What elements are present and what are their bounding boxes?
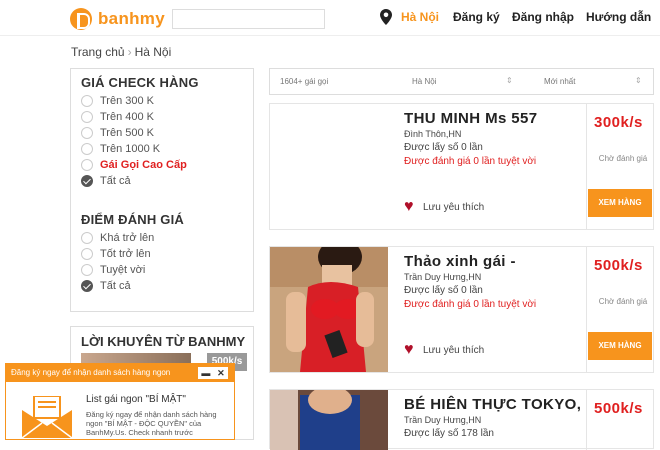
rating-option[interactable]: Khá trở lên bbox=[81, 231, 154, 245]
subscribe-popup: Đăng ký ngay để nhận danh sách hàng ngon… bbox=[5, 363, 235, 440]
price-option-all[interactable]: Tất cả bbox=[81, 174, 131, 188]
listing-location: Trần Duy Hưng,HN bbox=[404, 272, 482, 282]
breadcrumb-home[interactable]: Trang chủ bbox=[71, 45, 125, 59]
rating-option-all[interactable]: Tất cả bbox=[81, 279, 131, 293]
price-option[interactable]: Trên 400 K bbox=[81, 110, 154, 124]
popup-description: Đăng ký ngay để nhận danh sách hàng ngon… bbox=[86, 410, 217, 437]
order-sort-select[interactable]: Mới nhất bbox=[544, 69, 575, 94]
radio-icon[interactable] bbox=[81, 159, 93, 171]
listing-price: 500k/s bbox=[594, 257, 643, 274]
price-option[interactable]: Trên 500 K bbox=[81, 126, 154, 140]
login-link[interactable]: Đăng nhập bbox=[512, 10, 574, 24]
listing-views: Được lấy số 0 lần bbox=[404, 285, 483, 296]
site-logo[interactable]: banhmy bbox=[70, 8, 165, 30]
listing-location: Trần Duy Hưng,HN bbox=[404, 415, 482, 425]
listing-rating: Được đánh giá 0 lần tuyệt vời bbox=[404, 156, 537, 167]
card-divider bbox=[586, 104, 587, 229]
search-input[interactable] bbox=[172, 9, 325, 29]
radio-checked-icon[interactable] bbox=[81, 175, 93, 187]
radio-icon[interactable] bbox=[81, 127, 93, 139]
close-icon[interactable]: ✕ bbox=[217, 367, 225, 379]
popup-controls: ▬ ✕ bbox=[198, 367, 228, 379]
city-selector[interactable]: Hà Nội bbox=[401, 10, 439, 24]
envelope-icon bbox=[21, 396, 73, 438]
card-divider bbox=[586, 390, 587, 450]
listing-photo[interactable] bbox=[270, 247, 388, 372]
top-navbar: banhmy Hà Nội Đăng ký Đăng nhập Hướng dẫ… bbox=[0, 0, 660, 36]
view-button[interactable]: XEM HÀNG bbox=[588, 189, 652, 217]
listing-price: 300k/s bbox=[594, 114, 643, 131]
filter-panel: GIÁ CHECK HÀNG Trên 300 K Trên 400 K Trê… bbox=[70, 68, 254, 312]
advice-title: LỜI KHUYÊN TỪ BANHMY bbox=[81, 334, 246, 349]
breadcrumb-separator-icon: › bbox=[127, 45, 132, 59]
listing-name[interactable]: Thảo xinh gái - bbox=[404, 253, 516, 270]
price-filter-title: GIÁ CHECK HÀNG bbox=[81, 75, 199, 90]
favorite-button[interactable]: ♥ Lưu yêu thích bbox=[404, 198, 484, 215]
price-option[interactable]: Trên 1000 K bbox=[81, 142, 160, 156]
listing-card: THU MINH Ms 557 Đình Thôn,HN Được lấy số… bbox=[269, 103, 654, 230]
radio-icon[interactable] bbox=[81, 232, 93, 244]
radio-icon[interactable] bbox=[81, 143, 93, 155]
listing-card: BÉ HIÊN THỰC TOKYO, Trần Duy Hưng,HN Đượ… bbox=[269, 389, 654, 450]
register-link[interactable]: Đăng ký bbox=[453, 10, 500, 24]
guide-link[interactable]: Hướng dẫn bbox=[586, 10, 651, 24]
listing-status: Chờ đánh giá bbox=[598, 154, 648, 163]
result-count: 1604+ gái gọi bbox=[280, 77, 329, 86]
listing-location: Đình Thôn,HN bbox=[404, 129, 462, 139]
listing-photo-image bbox=[270, 247, 388, 372]
radio-icon[interactable] bbox=[81, 248, 93, 260]
view-button[interactable]: XEM HÀNG bbox=[588, 332, 652, 360]
price-option-premium[interactable]: Gái Gọi Cao Cấp bbox=[81, 158, 187, 172]
listing-views: Được lấy số 178 lần bbox=[404, 428, 494, 439]
sort-bar: 1604+ gái gọi Hà Nội ⇕ Mới nhất ⇕ bbox=[269, 68, 654, 95]
listing-card: Thảo xinh gái - Trần Duy Hưng,HN Được lấ… bbox=[269, 246, 654, 373]
city-sort-select[interactable]: Hà Nội bbox=[412, 69, 436, 94]
popup-header: Đăng ký ngay để nhận danh sách hàng ngon… bbox=[6, 364, 234, 382]
listing-status: Chờ đánh giá bbox=[598, 297, 648, 306]
sort-arrows-icon: ⇕ bbox=[506, 76, 513, 85]
logo-text: banhmy bbox=[98, 9, 165, 28]
radio-icon[interactable] bbox=[81, 264, 93, 276]
listing-photo[interactable] bbox=[270, 390, 388, 450]
listing-views: Được lấy số 0 lần bbox=[404, 142, 483, 153]
listing-name[interactable]: BÉ HIÊN THỰC TOKYO, bbox=[404, 396, 581, 413]
breadcrumb-current: Hà Nội bbox=[134, 45, 172, 59]
radio-checked-icon[interactable] bbox=[81, 280, 93, 292]
popup-header-text: Đăng ký ngay để nhận danh sách hàng ngon bbox=[11, 368, 171, 377]
logo-icon bbox=[70, 8, 92, 30]
radio-icon[interactable] bbox=[81, 111, 93, 123]
favorite-button[interactable]: ♥ Lưu yêu thích bbox=[404, 341, 484, 358]
rating-option[interactable]: Tốt trở lên bbox=[81, 247, 151, 261]
location-pin-icon bbox=[380, 9, 392, 25]
price-option[interactable]: Trên 300 K bbox=[81, 94, 154, 108]
rating-filter-title: ĐIỂM ĐÁNH GIÁ bbox=[81, 212, 184, 227]
minimize-icon[interactable]: ▬ bbox=[201, 367, 210, 379]
breadcrumb: Trang chủ › Hà Nội bbox=[71, 45, 171, 59]
listing-name[interactable]: THU MINH Ms 557 bbox=[404, 110, 538, 127]
radio-icon[interactable] bbox=[81, 95, 93, 107]
heart-icon: ♥ bbox=[404, 198, 414, 215]
listing-photo[interactable] bbox=[270, 104, 388, 229]
listing-rating: Được đánh giá 0 lần tuyệt vời bbox=[404, 299, 537, 310]
sort-arrows-icon: ⇕ bbox=[635, 76, 642, 85]
heart-icon: ♥ bbox=[404, 341, 414, 358]
card-divider bbox=[586, 247, 587, 372]
listing-photo-image bbox=[270, 390, 388, 450]
rating-option[interactable]: Tuyệt vời bbox=[81, 263, 145, 277]
popup-title: List gái ngon "BÍ MẬT" bbox=[86, 394, 186, 405]
listing-price: 500k/s bbox=[594, 400, 643, 417]
